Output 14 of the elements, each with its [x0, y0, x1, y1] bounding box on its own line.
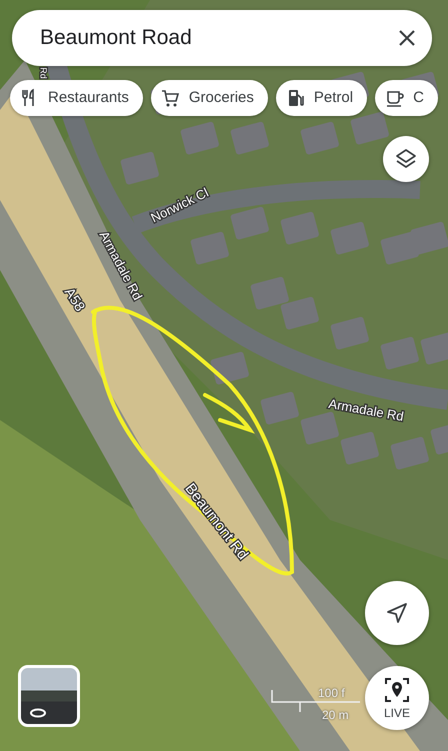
category-chip[interactable]: Petrol — [276, 80, 368, 116]
layers-icon — [395, 148, 417, 170]
street-view-thumbnail[interactable] — [18, 665, 80, 727]
cup-icon — [385, 88, 406, 108]
search-field[interactable]: Beaumont Road — [12, 10, 432, 66]
category-chip[interactable]: Restaurants — [10, 80, 143, 116]
road-label: Armadale Rd — [328, 396, 405, 424]
category-chip[interactable]: Groceries — [150, 80, 268, 116]
cart-icon — [160, 88, 181, 108]
scale-label: 100 f — [318, 685, 345, 702]
road-label: Rd — [38, 67, 49, 79]
navigation-arrow-icon — [386, 602, 408, 624]
location-pin-icon — [384, 677, 410, 703]
road-label: A58 — [62, 284, 89, 314]
